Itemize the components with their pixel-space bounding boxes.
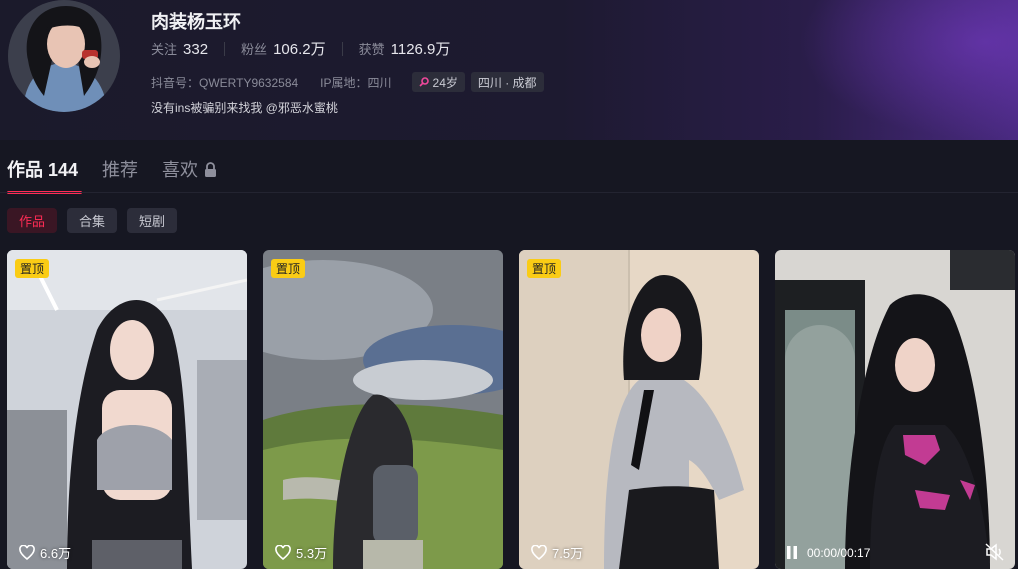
video-thumbnail: [519, 250, 759, 569]
divider: [224, 41, 226, 56]
heart-icon: [531, 545, 547, 560]
like-count: 7.5万: [531, 543, 583, 562]
stat-likes: 获赞 1126.9万: [359, 38, 451, 59]
stat-following[interactable]: 关注 332: [151, 39, 208, 58]
tab-works[interactable]: 作品 144: [7, 156, 83, 194]
pause-icon[interactable]: [785, 545, 799, 560]
filter-chips: 作品 合集 短剧: [7, 208, 178, 233]
like-count: 6.6万: [19, 543, 71, 562]
video-card[interactable]: 置顶 7.5万: [519, 250, 759, 569]
age-tag: 24岁: [411, 72, 465, 92]
profile-meta: 抖音号：QWERTY9632584 IP属地：四川 24岁 四川 · 成都: [151, 72, 544, 92]
video-card[interactable]: 置顶 6.6万: [7, 250, 247, 569]
heart-icon: [275, 545, 291, 560]
divider: [341, 41, 343, 56]
stat-label: 获赞: [358, 42, 385, 57]
header-glow: [798, 0, 1018, 140]
video-player-controls: 00:00/00:17: [785, 545, 870, 560]
like-count-label: 5.3万: [296, 546, 328, 561]
lock-icon: [205, 161, 217, 177]
video-card-playing[interactable]: 00:00/00:17: [775, 250, 1015, 569]
pinned-badge: 置顶: [271, 259, 306, 278]
filter-short-drama[interactable]: 短剧: [127, 208, 178, 233]
bio: 没有ins被骗别来找我 @邪恶水蜜桃: [151, 101, 338, 115]
tab-label: 喜欢: [162, 160, 199, 180]
like-count-label: 7.5万: [552, 546, 584, 561]
mute-icon[interactable]: [985, 543, 1005, 561]
video-thumbnail: [775, 250, 1015, 569]
stat-value: 106.2万: [273, 41, 326, 58]
nickname: 肉装杨玉环: [151, 12, 241, 32]
heart-icon: [19, 545, 35, 560]
avatar[interactable]: [8, 0, 120, 112]
female-icon: [418, 77, 429, 87]
tabs-divider: [0, 192, 1018, 193]
stat-label: 关注: [151, 42, 178, 57]
stat-label: 粉丝: [241, 42, 268, 57]
tab-label: 推荐: [102, 160, 139, 180]
like-count: 5.3万: [275, 543, 327, 562]
video-thumbnail: [263, 250, 503, 569]
stat-value: 332: [183, 41, 209, 58]
pinned-badge: 置顶: [15, 259, 50, 278]
video-grid: 置顶 6.6万 置顶 5.3万 置顶 7.5万 00:00/00:17: [7, 250, 1015, 569]
tab-likes[interactable]: 喜欢: [162, 156, 217, 182]
douyin-id: 抖音号：QWERTY9632584: [151, 75, 299, 90]
stat-followers[interactable]: 粉丝 106.2万: [241, 38, 326, 59]
profile-stats: 关注 332 粉丝 106.2万 获赞 1126.9万: [151, 38, 450, 59]
pinned-badge: 置顶: [527, 259, 562, 278]
filter-collections[interactable]: 合集: [67, 208, 118, 233]
filter-works[interactable]: 作品: [7, 208, 58, 233]
ip-location: IP属地：四川: [320, 75, 392, 90]
age-label: 24岁: [432, 75, 458, 90]
content-tabs: 作品 144 推荐 喜欢: [7, 156, 217, 194]
region-tag: 四川 · 成都: [470, 72, 544, 92]
stat-value: 1126.9万: [390, 41, 451, 58]
video-card[interactable]: 置顶 5.3万: [263, 250, 503, 569]
playback-time: 00:00/00:17: [807, 545, 871, 560]
like-count-label: 6.6万: [40, 546, 72, 561]
video-thumbnail: [7, 250, 247, 569]
tab-recommend[interactable]: 推荐: [102, 156, 138, 182]
tab-label: 作品 144: [7, 160, 79, 180]
